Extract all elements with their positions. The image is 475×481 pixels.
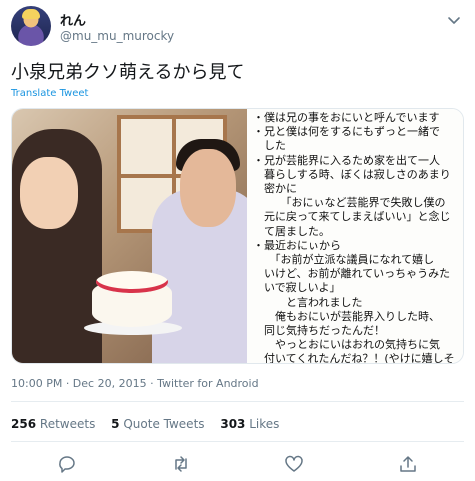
memo-screenshot[interactable]: ・僕は兄の事をおにいと呼んでいます ・兄と僕は何をするにもずっと一緒で した ・兄が… <box>247 109 463 364</box>
retweet-icon[interactable] <box>171 454 191 474</box>
tweet-timestamp[interactable]: 10:00 PM · Dec 20, 2015 · Twitter for An… <box>11 377 259 390</box>
user-handle[interactable]: @mu_mu_murocky <box>60 29 174 43</box>
memo-line: 「お前が立派な議員になれて嬉し <box>253 253 435 266</box>
chevron-down-icon[interactable] <box>447 12 461 26</box>
memo-line: と言われました <box>253 295 363 309</box>
memo-line: いけど、お前が離れていっちゃうみた <box>253 267 451 281</box>
memo-line: 元に戻って来てしまえばいい」と念じ <box>253 210 451 224</box>
divider <box>11 441 464 442</box>
tweet-media[interactable]: ・僕は兄の事をおにいと呼んでいます ・兄と僕は何をするにもずっと一緒で した ・兄が… <box>11 108 464 364</box>
memo-line: ・兄と僕は何をするにもずっと一緒で <box>253 125 440 139</box>
likes-stat[interactable]: 303 Likes <box>220 417 279 431</box>
display-name[interactable]: れん <box>60 10 86 29</box>
memo-line: て居ました。 <box>253 224 330 238</box>
engagement-stats: 256 Retweets 5 Quote Tweets 303 Likes <box>11 417 291 431</box>
memo-line: ・僕は兄の事をおにいと呼んでいます <box>253 111 440 124</box>
memo-line: いで寂しいよ」 <box>253 281 341 295</box>
share-icon[interactable] <box>398 454 418 474</box>
heart-icon[interactable] <box>284 454 304 474</box>
memo-line: 同じ気持ちだったんだ！ <box>253 324 385 337</box>
memo-line: やっとおにいはおれの気持ちに気 <box>253 338 440 352</box>
memo-line: 俺もおにいが芸能界入りした時、 <box>253 309 440 323</box>
photo[interactable] <box>12 109 262 363</box>
avatar[interactable] <box>11 6 51 46</box>
tweet-text: 小泉兄弟クソ萌えるから見て <box>11 62 245 83</box>
memo-line: 密かに <box>253 182 297 195</box>
retweets-stat[interactable]: 256 Retweets <box>11 417 95 431</box>
quote-tweets-stat[interactable]: 5 Quote Tweets <box>111 417 204 431</box>
memo-line: した <box>253 139 286 153</box>
tweet-header: れん @mu_mu_murocky <box>11 6 463 50</box>
translate-tweet-link[interactable]: Translate Tweet <box>11 88 88 99</box>
memo-line: 暮らしする時、ぼくは寂しさのあまり <box>253 167 451 181</box>
action-bar <box>0 450 475 476</box>
reply-icon[interactable] <box>57 454 77 474</box>
divider <box>11 401 464 402</box>
memo-line: ・兄が芸能界に入るため家を出て一人 <box>253 153 440 167</box>
memo-line: 付いてくれたんだね？！(やけに嬉しそ <box>253 352 455 364</box>
memo-line: ・最近おにぃから <box>253 238 341 252</box>
memo-line: 「おにぃなど芸能界で失敗し僕の <box>253 196 446 210</box>
